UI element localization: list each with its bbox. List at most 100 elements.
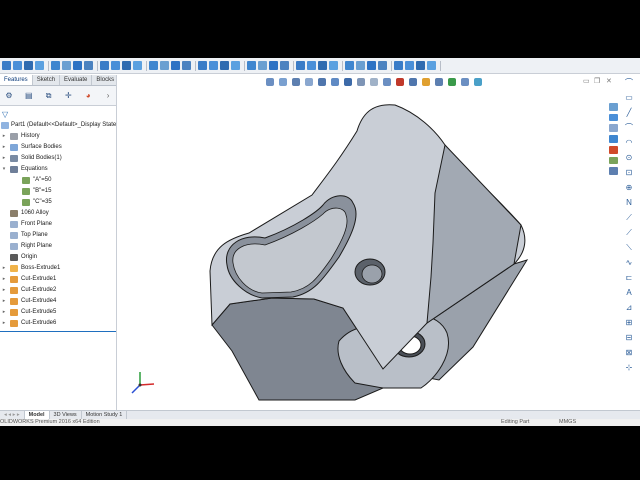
toolbar-command-icon[interactable] [51,61,60,70]
task-pane-tab-icon[interactable] [608,124,618,133]
expand-arrow-icon[interactable]: ▸ [1,274,7,285]
feature-tree-icon[interactable]: ⚙ [4,91,14,101]
tree-item[interactable]: 1060 Alloy [0,208,116,219]
minimize-icon[interactable]: ▭ [583,77,590,85]
tree-item[interactable]: Front Plane [0,219,116,230]
toolbar-command-icon[interactable] [198,61,207,70]
toolbar-command-icon[interactable] [367,61,376,70]
sketch-tool-icon[interactable]: A [624,288,634,298]
toolbar-command-icon[interactable] [231,61,240,70]
expand-arrow-icon[interactable]: ▸ [1,318,7,329]
expand-arrow-icon[interactable]: ▸ [1,296,7,307]
tree-item[interactable]: ▸ Cut-Extrude1 [0,274,116,285]
sketch-tool-icon[interactable]: ⊹ [624,363,634,373]
toolbar-command-icon[interactable] [160,61,169,70]
view-tool-icon[interactable] [435,78,443,86]
tree-item[interactable]: ▸ Cut-Extrude2 [0,285,116,296]
close-icon[interactable]: ✕ [606,77,612,85]
toolbar-command-icon[interactable] [269,61,278,70]
sketch-tool-icon[interactable]: ⊠ [624,348,634,358]
task-pane-tab-icon[interactable] [608,145,618,154]
restore-icon[interactable]: ❐ [594,77,600,85]
display-manager-icon[interactable]: ◕ [83,91,93,101]
toolbar-command-icon[interactable] [296,61,305,70]
tab-sketch[interactable]: Sketch [33,75,61,85]
task-pane-tab-icon[interactable] [608,113,618,122]
sketch-tool-icon[interactable]: ◠ [624,138,634,148]
toolbar-command-icon[interactable] [280,61,289,70]
tree-item[interactable]: ▸ Surface Bodies [0,142,116,153]
toolbar-command-icon[interactable] [394,61,403,70]
view-tool-icon[interactable] [422,78,430,86]
sketch-tool-icon[interactable]: ⊙ [624,153,634,163]
tab-motion-study[interactable]: Motion Study 1 [82,411,128,419]
toolbar-command-icon[interactable] [122,61,131,70]
sketch-tool-icon[interactable]: ⊏ [624,273,634,283]
toolbar-command-icon[interactable] [356,61,365,70]
sketch-tool-icon[interactable]: ⊡ [624,168,634,178]
sketch-tool-icon[interactable]: ╱ [624,108,634,118]
tree-item[interactable]: ▸ Cut-Extrude5 [0,307,116,318]
toolbar-command-icon[interactable] [13,61,22,70]
toolbar-command-icon[interactable] [73,61,82,70]
view-tool-icon[interactable] [409,78,417,86]
graphics-area[interactable] [117,75,607,410]
view-tool-icon[interactable] [344,78,352,86]
expand-arrow-icon[interactable]: ▸ [1,153,7,164]
toolbar-command-icon[interactable] [100,61,109,70]
tab-scroll-arrows[interactable]: ◂ ◂ ▸ ▸ [0,411,25,419]
toolbar-command-icon[interactable] [35,61,44,70]
sketch-tool-icon[interactable]: ⟍ [624,243,634,253]
expand-arrow-icon[interactable]: ▸ [1,263,7,274]
toolbar-command-icon[interactable] [307,61,316,70]
toolbar-command-icon[interactable] [318,61,327,70]
tree-item[interactable]: ▸ Cut-Extrude6 [0,318,116,329]
toolbar-command-icon[interactable] [182,61,191,70]
tree-item[interactable]: ▸ Boss-Extrude1 [0,263,116,274]
toolbar-command-icon[interactable] [258,61,267,70]
toolbar-command-icon[interactable] [220,61,229,70]
view-tool-icon[interactable] [292,78,300,86]
tab-3d-views[interactable]: 3D Views [50,411,82,419]
toolbar-command-icon[interactable] [427,61,436,70]
toolbar-command-icon[interactable] [84,61,93,70]
task-pane-tab-icon[interactable] [608,156,618,165]
tree-item[interactable]: "C"=35 [0,197,116,208]
status-units[interactable]: MMGS [559,419,576,426]
view-tool-icon[interactable] [357,78,365,86]
expand-panel-icon[interactable]: › [103,91,113,101]
sketch-tool-icon[interactable]: ∿ [624,258,634,268]
toolbar-command-icon[interactable] [171,61,180,70]
tab-evaluate[interactable]: Evaluate [60,75,93,85]
sketch-tool-icon[interactable]: ⌒ [624,78,634,88]
task-pane-tab-icon[interactable] [608,167,618,176]
toolbar-command-icon[interactable] [329,61,338,70]
tree-item[interactable]: ▾ Equations [0,164,116,175]
view-tool-icon[interactable] [318,78,326,86]
task-pane-tab-icon[interactable] [608,103,618,111]
sketch-tool-icon[interactable]: ⊕ [624,183,634,193]
tree-item[interactable]: "A"=50 [0,175,116,186]
tab-model[interactable]: Model [24,411,50,419]
tree-item[interactable]: Origin [0,252,116,263]
view-tool-icon[interactable] [474,78,482,86]
expand-arrow-icon[interactable]: ▸ [1,307,7,318]
toolbar-command-icon[interactable] [111,61,120,70]
tree-item[interactable]: Right Plane [0,241,116,252]
sketch-tool-icon[interactable]: ⊟ [624,333,634,343]
sketch-tool-icon[interactable]: ⟋ [624,213,634,223]
toolbar-command-icon[interactable] [24,61,33,70]
sketch-tool-icon[interactable]: ⌒ [624,123,634,133]
toolbar-command-icon[interactable] [405,61,414,70]
toolbar-command-icon[interactable] [247,61,256,70]
sketch-tool-icon[interactable]: ⊞ [624,318,634,328]
toolbar-command-icon[interactable] [133,61,142,70]
view-tool-icon[interactable] [396,78,404,86]
view-tool-icon[interactable] [461,78,469,86]
toolbar-command-icon[interactable] [2,61,11,70]
view-tool-icon[interactable] [383,78,391,86]
dimxpert-icon[interactable]: ✛ [63,91,73,101]
property-manager-icon[interactable]: ▤ [24,91,34,101]
view-tool-icon[interactable] [279,78,287,86]
view-tool-icon[interactable] [266,78,274,86]
